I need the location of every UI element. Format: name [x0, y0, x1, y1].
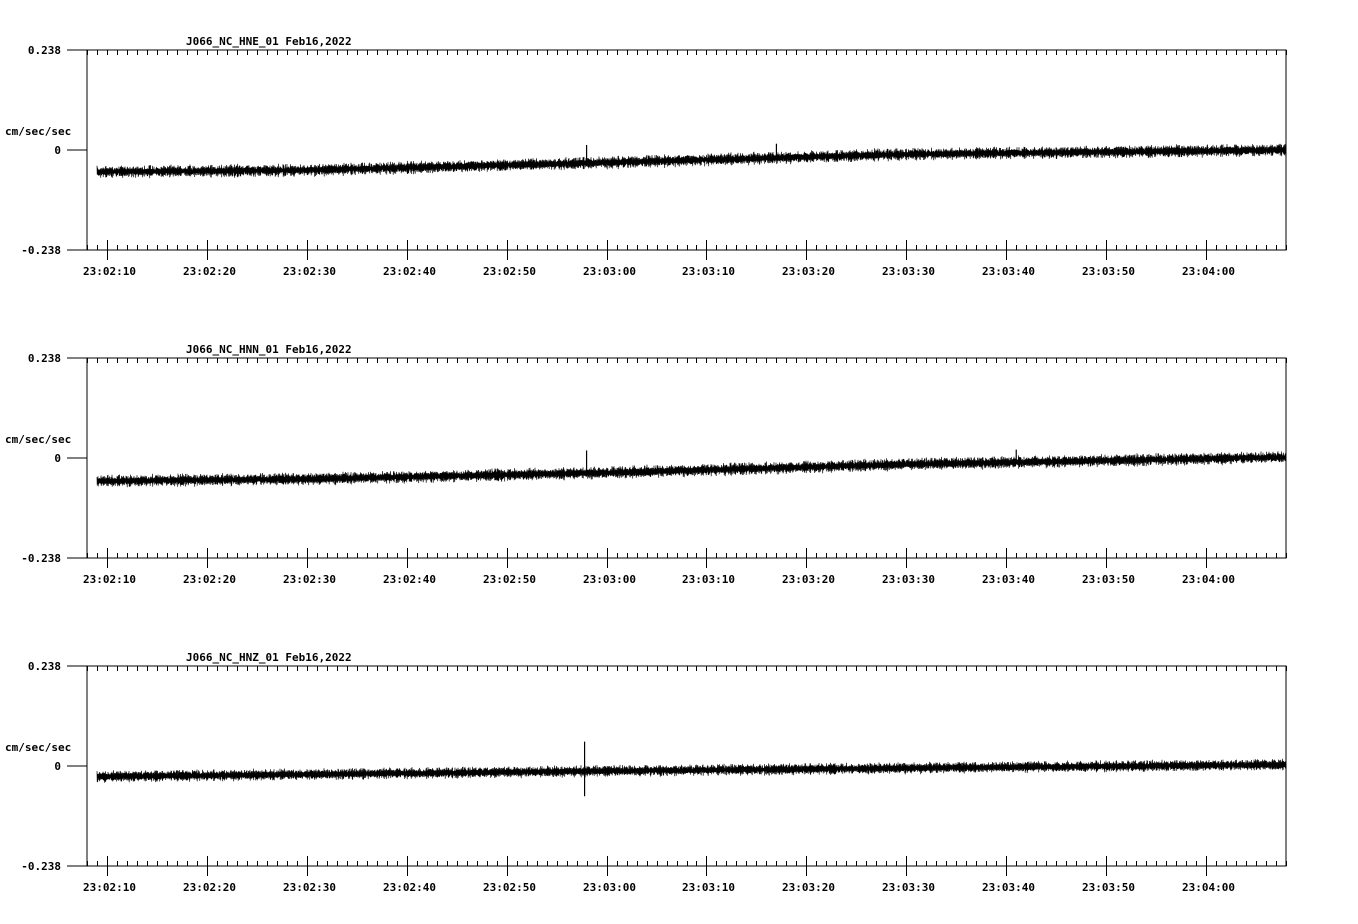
- x-tick-label: 23:04:00: [1182, 881, 1235, 894]
- y-axis-label: cm/sec/sec: [5, 741, 71, 754]
- y-tick-label: -0.238: [21, 244, 61, 257]
- x-tick-label: 23:02:10: [83, 573, 136, 586]
- x-tick-label: 23:02:10: [83, 881, 136, 894]
- x-tick-label: 23:03:40: [982, 265, 1035, 278]
- y-tick-label: 0.238: [28, 660, 61, 673]
- chart-title: J066_NC_HNE_01 Feb16,2022: [186, 35, 352, 48]
- y-tick-label: 0.238: [28, 44, 61, 57]
- y-tick-label: 0.238: [28, 352, 61, 365]
- x-tick-label: 23:03:10: [682, 265, 735, 278]
- x-tick-label: 23:02:10: [83, 265, 136, 278]
- x-tick-label: 23:03:10: [682, 881, 735, 894]
- x-tick-label: 23:03:20: [782, 265, 835, 278]
- x-tick-label: 23:04:00: [1182, 265, 1235, 278]
- x-tick-label: 23:02:40: [383, 265, 436, 278]
- x-tick-label: 23:03:40: [982, 881, 1035, 894]
- x-tick-label: 23:02:20: [183, 265, 236, 278]
- x-tick-label: 23:02:40: [383, 881, 436, 894]
- chart-title: J066_NC_HNN_01 Feb16,2022: [186, 343, 352, 356]
- x-tick-label: 23:03:50: [1082, 573, 1135, 586]
- x-tick-label: 23:02:50: [483, 265, 536, 278]
- x-tick-label: 23:02:50: [483, 881, 536, 894]
- x-tick-label: 23:04:00: [1182, 573, 1235, 586]
- chart-panel: J066_NC_HNZ_01 Feb16,2022 cm/sec/sec 0.238…: [5, 651, 1287, 894]
- x-tick-label: 23:03:50: [1082, 881, 1135, 894]
- x-tick-label: 23:02:20: [183, 881, 236, 894]
- x-tick-label: 23:02:30: [283, 881, 336, 894]
- waveform-trace: [96, 758, 1287, 783]
- y-tick-label: 0: [54, 452, 61, 465]
- y-tick-label: 0: [54, 144, 61, 157]
- x-tick-label: 23:02:50: [483, 573, 536, 586]
- y-axis-label: cm/sec/sec: [5, 433, 71, 446]
- y-axis-label: cm/sec/sec: [5, 125, 71, 138]
- y-tick-label: -0.238: [21, 860, 61, 873]
- x-tick-label: 23:03:30: [882, 573, 935, 586]
- waveform-trace: [96, 143, 1287, 179]
- x-tick-label: 23:03:20: [782, 573, 835, 586]
- chart-panel: J066_NC_HNN_01 Feb16,2022 cm/sec/sec 0.238…: [5, 343, 1287, 586]
- x-tick-label: 23:03:10: [682, 573, 735, 586]
- x-tick-label: 23:03:20: [782, 881, 835, 894]
- y-tick-label: 0: [54, 760, 61, 773]
- x-tick-label: 23:03:50: [1082, 265, 1135, 278]
- x-tick-label: 23:03:40: [982, 573, 1035, 586]
- x-tick-label: 23:02:20: [183, 573, 236, 586]
- waveform-trace: [96, 451, 1287, 488]
- x-tick-label: 23:03:30: [882, 881, 935, 894]
- x-tick-label: 23:03:00: [583, 573, 636, 586]
- x-tick-label: 23:03:30: [882, 265, 935, 278]
- y-tick-label: -0.238: [21, 552, 61, 565]
- x-tick-label: 23:02:40: [383, 573, 436, 586]
- x-tick-label: 23:03:00: [583, 881, 636, 894]
- chart-title: J066_NC_HNZ_01 Feb16,2022: [186, 651, 352, 664]
- chart-panel: J066_NC_HNE_01 Feb16,2022 cm/sec/sec 0.238…: [5, 35, 1287, 278]
- x-tick-label: 23:02:30: [283, 265, 336, 278]
- x-tick-label: 23:03:00: [583, 265, 636, 278]
- x-tick-label: 23:02:30: [283, 573, 336, 586]
- seismogram-figure: J066_NC_HNE_01 Feb16,2022 cm/sec/sec 0.238…: [5, 35, 1287, 894]
